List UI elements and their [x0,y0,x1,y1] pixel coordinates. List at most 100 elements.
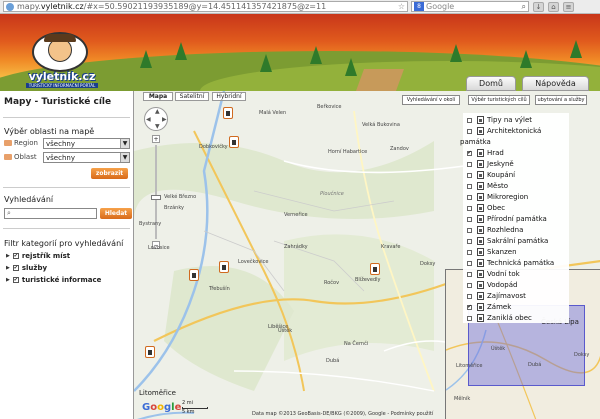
pan-control[interactable]: ▲ ◀ ▶ ▼ [144,107,168,131]
search-engine-icon[interactable]: 8 [414,2,424,11]
tab-satelitni[interactable]: Satelitní [175,92,209,101]
checkbox[interactable]: ✔ [467,304,472,310]
checkbox[interactable] [467,271,472,277]
checkbox[interactable] [467,315,472,321]
checkbox[interactable] [467,216,472,222]
site-logo[interactable]: vyletnik.cz TURISTICKÝ INFORMAČNÍ PORTÁL [22,32,102,88]
help-button[interactable]: Nápověda [522,76,589,91]
checkbox[interactable] [467,238,472,244]
category-item[interactable]: ✔ Hrad [467,149,504,157]
filter-item[interactable]: ▶ ✔ rejstřík míst [6,252,70,260]
district-select[interactable]: všechny ▼ [43,152,130,163]
bookmark-star-icon[interactable]: ☆ [398,2,405,11]
browser-search-box[interactable]: 8 Google ⌕ [411,1,529,12]
map-copyright[interactable]: Data map ©2013 GeoBasis-DE/BKG (©2009), … [252,411,433,417]
checkbox[interactable]: ✔ [12,277,19,283]
category-icon [477,182,484,190]
castle-marker[interactable] [370,263,380,275]
category-item[interactable]: Mikroregion [467,193,528,201]
search-heading: Vyhledávání [4,195,54,204]
category-item[interactable]: Zaniklá obec [467,314,532,322]
download-icon[interactable]: ↓ [533,1,544,12]
checkbox[interactable] [467,117,472,123]
search-input[interactable]: ⌕ [4,208,97,219]
category-item[interactable]: ✔ Zámek [467,303,511,311]
checkbox[interactable] [467,172,472,178]
checkbox[interactable] [467,293,472,299]
castle-marker[interactable] [189,269,199,281]
expand-icon[interactable]: ▶ [6,277,10,283]
category-label: Rozhledna [487,226,524,234]
category-item: památka [460,138,491,146]
category-label: Zaniklá obec [487,314,532,322]
zoom-slider-handle[interactable] [151,195,161,200]
expand-icon[interactable]: ▶ [6,265,10,271]
checkbox[interactable] [467,128,472,134]
filter-label: služby [21,264,48,272]
expand-icon[interactable]: ▶ [6,253,10,259]
tab-hybridni[interactable]: Hybridní [212,92,246,101]
category-label: Mikroregion [487,193,529,201]
category-item[interactable]: Vodní tok [467,270,520,278]
category-item[interactable]: Zajímavost [467,292,526,300]
filter-item[interactable]: ▶ ✔ turistické informace [6,276,101,284]
map-label: Úštěk [491,346,506,352]
category-list: Tipy na výlet Architektonická památka ✔ Hrad… [460,113,569,323]
category-item[interactable]: Sakrální památka [467,237,548,245]
category-item[interactable]: Skanzen [467,248,517,256]
category-item[interactable]: Přírodní památka [467,215,547,223]
category-item[interactable]: Jeskyně [467,160,514,168]
search-nearby-button[interactable]: Vyhledávání v okolí [402,95,460,105]
category-item[interactable]: Technická památka [467,259,554,267]
category-item[interactable]: Rozhledna [467,226,523,234]
castle-marker[interactable] [229,136,239,148]
tree-decoration [140,50,152,68]
page-title: Mapy - Turistické cíle [4,97,112,107]
select-targets-button[interactable]: Výběr turistických cílů [468,95,530,105]
chevron-down-icon[interactable]: ▼ [120,139,129,148]
checkbox[interactable] [467,194,472,200]
castle-marker[interactable] [145,346,155,358]
checkbox[interactable]: ✔ [467,150,472,156]
address-bar[interactable]: mapy. vyletnik.cz/#x=50.59021193935189@y=… [3,1,408,12]
checkbox[interactable] [467,282,472,288]
scale-miles: 2 mi [182,400,194,406]
category-item[interactable]: Tipy na výlet [467,116,532,124]
category-item[interactable]: Vodopád [467,281,517,289]
home-icon[interactable]: ⌂ [548,1,559,12]
checkbox[interactable] [467,260,472,266]
checkbox[interactable] [467,205,472,211]
arrow-left-icon[interactable]: ◀ [146,116,151,123]
home-button[interactable]: Domů [466,76,516,91]
category-item[interactable]: Koupání [467,171,515,179]
checkbox[interactable] [467,161,472,167]
checkbox[interactable]: ✔ [12,253,19,259]
checkbox[interactable] [467,227,472,233]
search-icon[interactable]: ⌕ [522,2,526,12]
zoom-in-button[interactable]: + [152,135,160,143]
map-label: Zahrádky [284,244,308,250]
category-item[interactable]: Město [467,182,508,190]
arrow-up-icon[interactable]: ▲ [155,108,160,115]
arrow-down-icon[interactable]: ▼ [155,123,160,130]
map-canvas[interactable]: Mapa Satelitní Hybridní ▲ ◀ ▶ ▼ + − Malá… [133,91,600,419]
menu-icon[interactable]: ≡ [563,1,574,12]
filter-item[interactable]: ▶ ✔ služby [6,264,47,272]
region-select[interactable]: všechny ▼ [43,138,130,149]
arrow-right-icon[interactable]: ▶ [162,116,167,123]
castle-marker[interactable] [223,107,233,119]
category-icon [477,292,484,300]
tab-mapa[interactable]: Mapa [143,92,173,101]
category-item[interactable]: Obec [467,204,505,212]
checkbox[interactable] [467,249,472,255]
checkbox[interactable] [467,183,472,189]
checkbox[interactable]: ✔ [12,265,19,271]
castle-marker[interactable] [219,261,229,273]
search-button[interactable]: Hledat [100,208,132,219]
zoom-control[interactable]: + − [151,135,161,251]
lodging-button[interactable]: ubytování a služby [535,95,587,105]
banner-road [355,69,405,91]
category-item[interactable]: Architektonická [467,127,541,135]
show-button[interactable]: zobrazit [91,168,128,179]
chevron-down-icon[interactable]: ▼ [120,153,129,162]
